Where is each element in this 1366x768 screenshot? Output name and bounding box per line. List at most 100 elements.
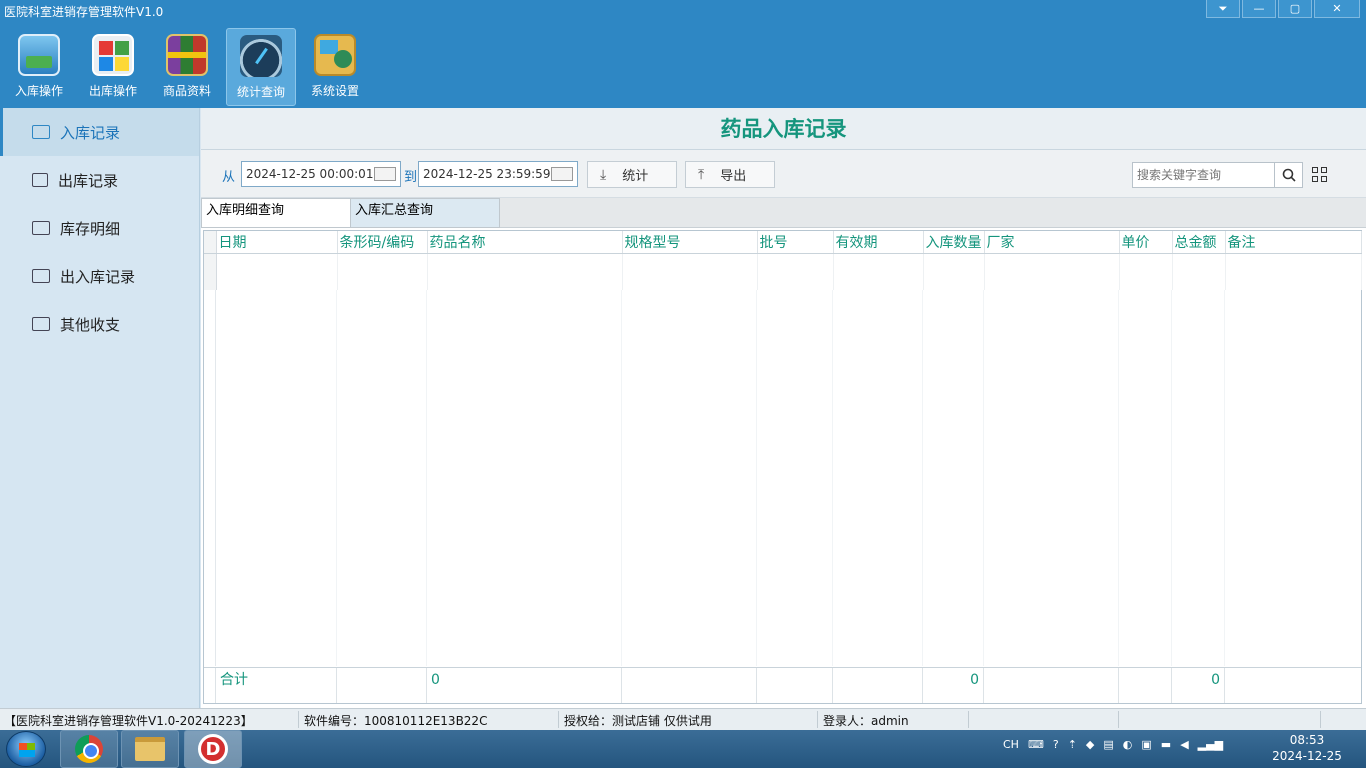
start-button[interactable] [6,731,46,767]
device-icon[interactable]: ▤ [1103,738,1113,751]
toolbar-goods-button[interactable]: 商品资料 [152,28,222,106]
totals-label: 合计 [216,668,337,703]
toolbar-label: 系统设置 [310,84,359,98]
toolbar-label: 出库操作 [88,84,137,98]
file-explorer-icon [135,737,165,761]
statistics-button[interactable]: ⤓ 统计 [587,161,677,188]
taskbar-explorer[interactable] [121,730,179,768]
volume-icon[interactable]: ◀ [1180,738,1188,751]
sidebar-item-inbound-records[interactable]: 入库记录 [0,108,199,156]
sidebar-item-outbound-records[interactable]: 出库记录 [0,156,199,204]
column-header[interactable]: 药品名称 [427,231,623,254]
window-menu-button[interactable]: ⏷ [1206,0,1240,18]
table-cell [923,253,985,290]
column-header[interactable]: 规格型号 [622,231,758,254]
page-title: 药品入库记录 [201,108,1366,150]
totals-drug-name: 0 [427,668,622,703]
column-header[interactable]: 总金额 [1172,231,1226,254]
column-header[interactable]: 日期 [216,231,338,254]
column-header[interactable]: 条形码/编码 [337,231,428,254]
display-icon[interactable]: ▣ [1141,738,1151,751]
table-row[interactable] [204,253,1362,290]
system-clock[interactable]: 08:53 2024-12-25 [1262,732,1352,764]
sidebar-item-label: 其他收支 [60,315,121,334]
color-grid-icon [92,34,134,76]
sidebar-item-label: 出入库记录 [60,267,136,286]
clock-time: 08:53 [1289,733,1325,747]
table-cell [216,253,338,290]
search-box [1132,162,1303,188]
tab-inbound-detail[interactable]: 入库明细查询 [201,198,351,228]
toolbar-outbound-button[interactable]: 出库操作 [78,28,148,106]
status-bar: 【医院科室进销存管理软件V1.0-20241223】 软件编号：10081011… [0,708,1366,730]
toolbar-settings-button[interactable]: 系统设置 [300,28,370,106]
toolbar-statistics-button[interactable]: 统计查询 [226,28,296,106]
main-panel: 药品入库记录 从 2024-12-25 00:00:01 到 2024-12-2… [201,108,1366,708]
column-header[interactable]: 备注 [1225,231,1362,254]
column-header[interactable]: 入库数量 [923,231,985,254]
end-date-field[interactable]: 2024-12-25 23:59:59 [418,161,578,187]
signal-icon[interactable]: ▂▄▆ [1198,738,1223,751]
row-header[interactable] [204,253,217,290]
keyboard-icon[interactable]: ⌨ [1028,738,1044,751]
statistics-button-label: 统计 [622,169,649,184]
help-icon[interactable]: ? [1053,738,1059,751]
close-button[interactable]: ✕ [1314,0,1360,18]
sidebar-item-in-out-records[interactable]: 出入库记录 [0,252,199,300]
download-icon: ⤓ [600,166,607,183]
status-user: 登录人：admin [823,714,909,728]
totals-rowhead [204,668,216,703]
to-label: 到 [404,170,418,185]
sidebar-item-other-income[interactable]: 其他收支 [0,300,199,348]
column-header[interactable]: 单价 [1119,231,1173,254]
shield-icon[interactable]: ◆ [1086,738,1094,751]
search-button[interactable] [1274,163,1302,187]
table-cell [1119,253,1173,290]
sidebar-item-stock-detail[interactable]: 库存明细 [0,204,199,252]
folder-tray-icon[interactable]: ▬ [1161,738,1171,751]
totals-quantity: 0 [923,668,984,703]
calendar-icon[interactable] [551,167,573,181]
audio-icon[interactable]: ◐ [1123,738,1133,751]
tray-arrow-icon[interactable]: ⇡ [1068,738,1077,751]
search-input[interactable] [1133,163,1273,187]
minimize-button[interactable]: — [1242,0,1276,18]
toolbar-inbound-button[interactable]: 入库操作 [4,28,74,106]
grid-view-icon[interactable] [1312,167,1328,183]
tab-bar: 入库明细查询 入库汇总查询 [201,198,1366,228]
table-cell [427,253,623,290]
column-header[interactable]: 有效期 [833,231,924,254]
briefcase-icon [32,221,50,235]
totals-cell [1225,668,1361,703]
table-cell [1225,253,1362,290]
end-date-value: 2024-12-25 23:59:59 [423,167,551,181]
app-title: 医院科室进销存管理软件V1.0 [4,5,164,19]
totals-cell [337,668,427,703]
totals-cell [622,668,757,703]
totals-cell [757,668,833,703]
from-label: 从 [222,170,236,185]
taskbar-d-app[interactable]: D [184,730,242,768]
column-header[interactable]: 批号 [757,231,834,254]
taskbar: D CH ⌨ ? ⇡ ◆ ▤ ◐ ▣ ▬ ◀ ▂▄▆ 08:53 2024-12… [0,730,1366,768]
table-cell [622,253,758,290]
toolbar-label: 商品资料 [162,84,211,98]
maximize-button[interactable]: ▢ [1278,0,1312,18]
export-button[interactable]: ⤒ 导出 [685,161,775,188]
chrome-icon [75,735,103,763]
image-icon [32,317,50,331]
column-header[interactable]: 厂家 [984,231,1120,254]
tab-inbound-summary[interactable]: 入库汇总查询 [350,198,500,228]
truck-icon [18,34,60,76]
taskbar-chrome[interactable] [60,730,118,768]
list-icon [32,269,50,283]
language-indicator[interactable]: CH [1003,738,1019,751]
table-cell [984,253,1120,290]
main-toolbar: 入库操作 出库操作 商品资料 统计查询 系统设置 [4,28,374,106]
records-table: 日期 条形码/编码 药品名称 规格型号 批号 有效期 入库数量 厂家 单价 总金… [203,230,1362,704]
start-date-field[interactable]: 2024-12-25 00:00:01 [241,161,401,187]
sidebar: 入库记录 出库记录 库存明细 出入库记录 其他收支 [0,108,200,708]
sidebar-item-label: 库存明细 [60,219,121,238]
table-cell [337,253,428,290]
calendar-icon[interactable] [374,167,396,181]
